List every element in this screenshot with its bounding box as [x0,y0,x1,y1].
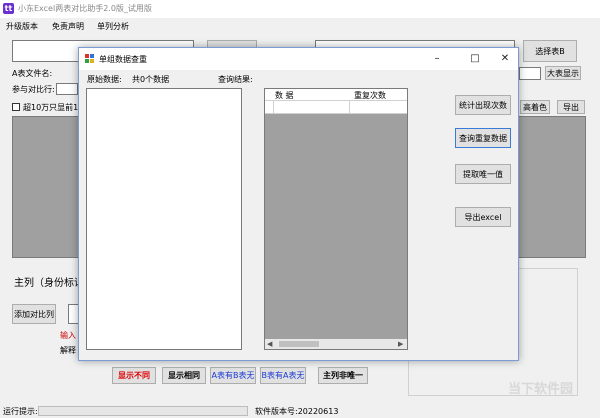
query-duplicates-button[interactable]: 查询重复数据 [455,128,511,148]
scroll-left-icon[interactable]: ◀ [267,340,272,348]
cell-divider [273,101,274,114]
watermark-text: 当下软件园 [508,382,574,397]
status-label: 运行提示: [3,407,38,416]
original-data-textarea[interactable] [86,88,242,350]
compare-row-input[interactable] [56,83,78,95]
b-has-a-not-button[interactable]: B表有A表无 [260,367,306,384]
result-grid[interactable]: 数 据 重复次数 ◀ ▶ [264,88,408,350]
column-header-count[interactable]: 重复次数 [354,90,386,101]
app-logo-icon: tt [3,3,14,14]
progress-bar [38,406,248,416]
close-icon[interactable]: ✕ [494,51,516,67]
scroll-thumb[interactable] [279,341,319,347]
compare-row-label: 参与对比行: [12,85,55,94]
input-hint-text: 输入 [60,331,76,340]
dedup-dialog: 单组数据查重 – □ ✕ 原始数据: 共0个数据 查询结果: 数 据 重复次数 … [78,47,519,361]
show-diff-button[interactable]: 显示不同 [112,367,156,384]
dialog-title-bar: 单组数据查重 – □ ✕ [79,48,518,70]
maximize-icon[interactable]: □ [464,51,486,67]
result-grid-header: 数 据 重复次数 [265,89,407,101]
show-same-button[interactable]: 显示相同 [162,367,206,384]
version-label: 软件版本号:20220613 [255,407,339,416]
large-display-button[interactable]: 大表显示 [545,66,581,80]
menu-single-column[interactable]: 单列分析 [97,21,129,32]
menu-upgrade[interactable]: 升级版本 [6,21,38,32]
data-count-label: 共0个数据 [132,75,170,84]
menu-bar: 升级版本 免责声明 单列分析 [0,18,600,33]
column-header-data[interactable]: 数 据 [275,90,294,101]
table-b-grid[interactable] [518,116,586,258]
status-bar: 运行提示: 软件版本号:20220613 [0,404,600,418]
dialog-title: 单组数据查重 [99,55,147,64]
table-a-grid[interactable] [12,116,84,258]
minimize-icon[interactable]: – [426,51,448,67]
menu-disclaimer[interactable]: 免责声明 [52,21,84,32]
export-button[interactable]: 导出 [557,100,585,114]
scroll-right-icon[interactable]: ▶ [398,340,403,348]
select-table-b-button[interactable]: 选择表B [523,40,577,62]
table-row[interactable] [265,101,407,114]
add-compare-col-button[interactable]: 添加对比列 [12,304,56,324]
cell-divider [349,101,350,114]
color-button[interactable]: 高着色 [520,100,550,114]
a-has-b-not-button[interactable]: A表有B表无 [210,367,256,384]
large-display-select[interactable] [519,67,541,80]
count-occurrences-button[interactable]: 统计出现次数 [455,95,511,115]
export-excel-button[interactable]: 导出excel [455,207,511,227]
explain-label: 解释 [60,346,76,355]
dialog-app-icon [85,54,94,63]
title-bar: tt 小东Excel两表对比助手2.0版_试用版 [0,0,600,18]
a-file-name-label: A表文件名: [12,69,53,78]
over-limit-checkbox[interactable] [12,103,20,111]
extract-unique-button[interactable]: 提取唯一值 [455,164,511,184]
original-data-label: 原始数据: [87,75,122,84]
window-title: 小东Excel两表对比助手2.0版_试用版 [18,4,152,13]
query-result-label: 查询结果: [218,75,253,84]
horizontal-scrollbar[interactable]: ◀ ▶ [265,339,407,349]
main-not-unique-button[interactable]: 主列非唯一 [318,367,368,384]
